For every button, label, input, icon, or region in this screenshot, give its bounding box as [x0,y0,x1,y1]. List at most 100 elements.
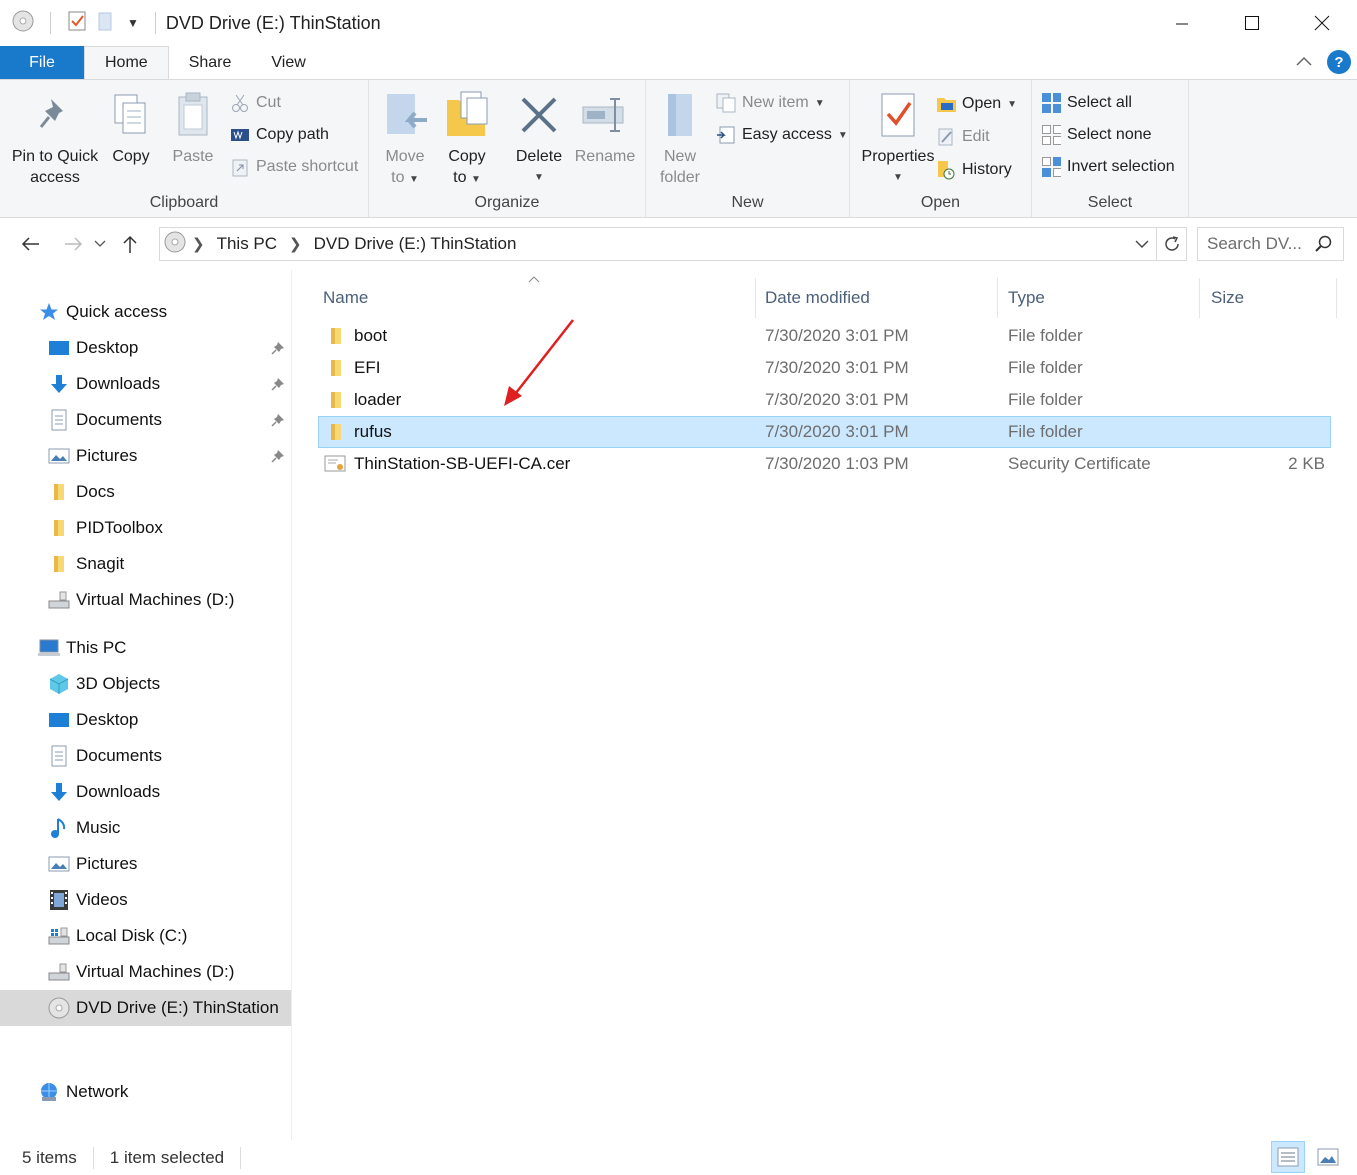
nav-quick-access[interactable]: Quick access [0,294,291,330]
file-date: 7/30/2020 3:01 PM [765,390,909,409]
nav-pc-3d-objects[interactable]: 3D Objects [0,666,291,702]
nav-pc-downloads[interactable]: Downloads [0,774,291,810]
breadcrumb-dvd-drive[interactable]: DVD Drive (E:) ThinStation [314,234,517,254]
nav-this-pc[interactable]: This PC [0,630,291,666]
open-label: Open [962,95,1002,112]
search-input[interactable]: Search DV... [1207,234,1302,254]
pin-icon[interactable] [271,376,285,396]
nav-pc-local-disk-c[interactable]: Local Disk (C:) [0,918,291,954]
minimize-button[interactable] [1147,0,1217,46]
rename-button[interactable]: Rename [573,88,637,167]
quick-access-toolbar: ▼ [0,10,162,37]
file-row-certificate[interactable]: ThinStation-SB-UEFI-CA.cer 7/30/2020 1:0… [318,449,1331,481]
large-icons-view-icon [1317,1148,1339,1166]
move-to-button[interactable]: Move to ▼ [377,88,433,190]
tab-file[interactable]: File [0,46,84,79]
nav-label: DVD Drive (E:) ThinStation [76,998,279,1017]
maximize-button[interactable] [1217,0,1287,46]
copy-to-button[interactable]: Copy to ▼ [439,88,495,190]
file-row-boot[interactable]: boot 7/30/2020 3:01 PM File folder [318,321,1331,353]
search-box[interactable]: Search DV... [1197,227,1344,261]
paste-shortcut-button[interactable]: Paste shortcut [230,154,358,180]
nav-qa-downloads[interactable]: Downloads [0,366,291,402]
column-divider[interactable] [1199,278,1200,318]
address-bar[interactable]: ❯ This PC ❯ DVD Drive (E:) ThinStation [159,227,1187,261]
file-row-rufus[interactable]: rufus 7/30/2020 3:01 PM File folder [318,416,1331,448]
nav-qa-snagit[interactable]: Snagit [0,546,291,582]
history-button[interactable]: History [936,157,1012,183]
edit-button[interactable]: Edit [936,124,990,150]
nav-pc-desktop[interactable]: Desktop [0,702,291,738]
file-row-loader[interactable]: loader 7/30/2020 3:01 PM File folder [318,385,1331,417]
column-header-type[interactable]: Type [1008,278,1045,318]
nav-qa-docs[interactable]: Docs [0,474,291,510]
refresh-icon[interactable] [1156,228,1186,260]
file-type: File folder [1008,326,1083,345]
selection-count: 1 item selected [109,1147,225,1167]
tab-share[interactable]: Share [169,46,252,79]
select-none-button[interactable]: Select none [1041,122,1152,148]
cut-button[interactable]: Cut [230,90,281,116]
nav-network[interactable]: Network [0,1074,291,1110]
breadcrumb-this-pc[interactable]: This PC [217,234,277,254]
copy-path-button[interactable]: Copy path [230,122,329,148]
nav-qa-pidtoolbox[interactable]: PIDToolbox [0,510,291,546]
chevron-right-icon[interactable]: ❯ [289,235,302,253]
large-icons-view-button[interactable] [1311,1141,1345,1173]
nav-qa-documents[interactable]: Documents [0,402,291,438]
open-folder-icon [936,94,956,114]
paste-button[interactable]: Paste [166,88,220,167]
easy-access-button[interactable]: Easy access ▼ [716,122,848,148]
pin-label-1: Pin to Quick [11,148,99,165]
column-divider[interactable] [755,278,756,318]
close-button[interactable] [1287,0,1357,46]
select-all-button[interactable]: Select all [1041,90,1132,116]
new-item-button[interactable]: New item ▼ [716,90,825,116]
back-button[interactable] [14,228,46,260]
column-header-name[interactable]: Name [323,278,368,318]
delete-button[interactable]: Delete ▼ [507,88,571,188]
network-icon [38,1081,60,1103]
address-history-dropdown-icon[interactable] [1128,240,1156,248]
pin-icon[interactable] [271,448,285,468]
file-row-efi[interactable]: EFI 7/30/2020 3:01 PM File folder [318,353,1331,385]
details-view-button[interactable] [1271,1141,1305,1173]
properties-quick-icon[interactable] [67,10,87,37]
nav-qa-desktop[interactable]: Desktop [0,330,291,366]
column-header-size[interactable]: Size [1211,278,1244,318]
customize-toolbar-icon[interactable]: ▼ [127,16,139,30]
help-icon[interactable]: ? [1327,50,1351,74]
pin-icon[interactable] [271,340,285,360]
open-button[interactable]: Open ▼ [936,91,1017,117]
column-divider[interactable] [997,278,998,318]
nav-qa-pictures[interactable]: Pictures [0,438,291,474]
pin-to-quick-access-button[interactable]: Pin to Quick access [10,88,100,188]
nav-pc-documents[interactable]: Documents [0,738,291,774]
nav-qa-virtual-machines[interactable]: Virtual Machines (D:) [0,582,291,618]
edit-icon [936,127,956,147]
new-folder-quick-icon[interactable] [97,10,117,37]
column-header-date[interactable]: Date modified [765,278,870,318]
nav-pc-pictures[interactable]: Pictures [0,846,291,882]
collapse-ribbon-icon[interactable] [1295,52,1313,72]
nav-pc-music[interactable]: Music [0,810,291,846]
invert-selection-button[interactable]: Invert selection [1041,154,1175,180]
select-none-label: Select none [1067,126,1152,143]
new-folder-button[interactable]: New folder [652,88,708,188]
ribbon: Pin to Quick access Copy Paste Cut Copy … [0,79,1357,218]
nav-pc-videos[interactable]: Videos [0,882,291,918]
paste-label: Paste [172,148,214,165]
tab-view[interactable]: View [251,46,325,79]
properties-button[interactable]: Properties ▼ [856,88,940,188]
folder-icon [326,385,346,415]
forward-button[interactable] [58,228,90,260]
column-divider[interactable] [1336,278,1337,318]
up-button[interactable] [114,228,146,260]
tab-home[interactable]: Home [84,46,169,79]
nav-pc-dvd-drive[interactable]: DVD Drive (E:) ThinStation [0,990,291,1026]
nav-pc-virtual-machines[interactable]: Virtual Machines (D:) [0,954,291,990]
recent-locations-button[interactable] [90,228,110,260]
chevron-right-icon[interactable]: ❯ [192,235,205,253]
copy-button[interactable]: Copy [104,88,158,167]
pin-icon[interactable] [271,412,285,432]
